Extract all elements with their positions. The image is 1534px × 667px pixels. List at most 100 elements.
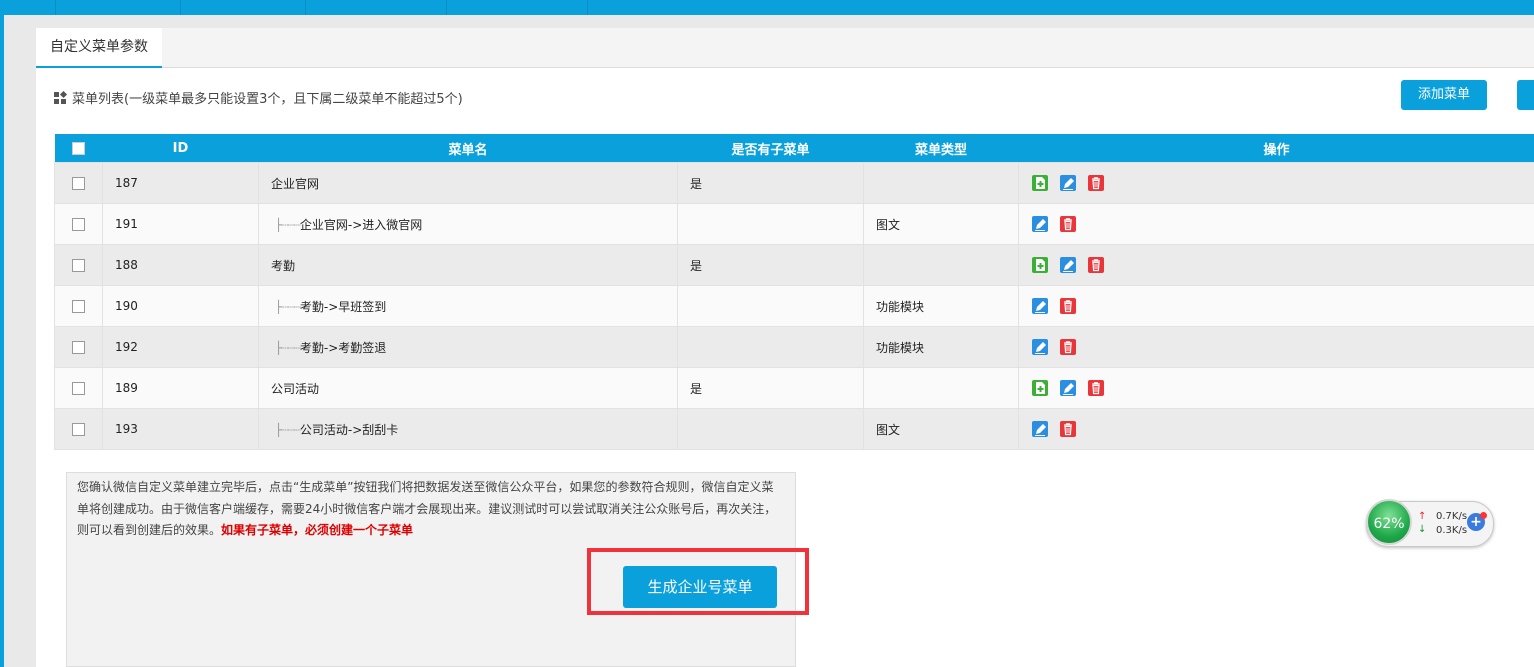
menu-name: 考勤->考勤签退 [299,340,387,355]
menu-id: 187 [115,176,138,190]
edit-icon[interactable] [1031,338,1049,356]
cell-has-submenu [677,203,864,245]
row-actions [1031,338,1522,356]
row-select-cell [54,203,103,245]
table-row: 189 公司活动 是 [54,367,1534,409]
header-actions: 操作 [1018,134,1534,163]
cell-menu-type: 功能模块 [863,326,1019,368]
table-row: 190 ├┈┈┈考勤->早班签到 功能模块 [54,285,1534,327]
menu-id: 189 [115,381,138,395]
cell-menu-name: ├┈┈┈公司活动->刮刮卡 [258,408,678,450]
delete-icon[interactable] [1087,379,1105,397]
select-all-checkbox[interactable] [72,141,85,155]
row-select-cell [54,367,103,409]
row-checkbox[interactable] [72,423,85,436]
secondary-action-button[interactable] [1517,80,1534,110]
add-menu-button[interactable]: 添加菜单 [1401,80,1487,110]
add-submenu-icon[interactable] [1031,174,1049,192]
menu-name: 考勤->早班签到 [299,299,387,314]
menu-type-value: 图文 [876,217,901,232]
left-sidebar-edge [0,15,4,667]
row-checkbox[interactable] [72,382,85,395]
cell-menu-name: 考勤 [258,244,678,286]
delete-icon[interactable] [1059,297,1077,315]
notice-warning: 如果有子菜单，必须创建一个子菜单 [221,523,414,537]
edit-icon[interactable] [1031,420,1049,438]
table-row: 192 ├┈┈┈考勤->考勤签退 功能模块 [54,326,1534,368]
cell-actions [1018,367,1534,409]
edit-icon[interactable] [1031,215,1049,233]
top-nav-segment[interactable] [0,0,56,15]
row-actions [1031,215,1522,233]
edit-icon[interactable] [1059,379,1077,397]
delete-icon[interactable] [1087,174,1105,192]
cell-menu-name: ├┈┈┈考勤->考勤签退 [258,326,678,368]
tree-branch-icon: ├┈┈┈ [275,340,301,355]
top-nav-segment[interactable] [56,0,181,15]
grid-icon [54,90,68,104]
tab-bar: 自定义菜单参数 [36,28,1534,68]
menu-id: 193 [115,422,138,436]
table-row: 188 考勤 是 [54,244,1534,286]
cpu-gauge: 62% [1366,499,1412,545]
cell-id: 190 [102,285,259,327]
menu-name: 企业官网->进入微官网 [299,217,423,232]
row-actions [1031,256,1522,274]
menu-list-title: 菜单列表(一级菜单最多只能设置3个，且下属二级菜单不能超过5个) [72,92,463,107]
delete-icon[interactable] [1087,256,1105,274]
edit-icon[interactable] [1059,174,1077,192]
row-actions [1031,174,1522,192]
table-header-row: ID 菜单名 是否有子菜单 菜单类型 操作 [54,134,1534,163]
row-select-cell [54,244,103,286]
delete-icon[interactable] [1059,420,1077,438]
delete-icon[interactable] [1059,215,1077,233]
cell-id: 189 [102,367,259,409]
row-select-cell [54,285,103,327]
row-actions [1031,297,1522,315]
top-nav-segment[interactable] [447,0,588,15]
cell-actions [1018,285,1534,327]
top-nav-segment[interactable] [306,0,447,15]
has-submenu-value: 是 [690,176,703,191]
tree-branch-icon: ├┈┈┈ [275,299,301,314]
top-nav-segment[interactable] [181,0,306,15]
edit-icon[interactable] [1059,256,1077,274]
menu-name: 公司活动->刮刮卡 [299,422,399,437]
row-checkbox[interactable] [72,218,85,231]
table-row: 187 企业官网 是 [54,162,1534,204]
top-nav-bar [0,0,1534,15]
cell-has-submenu [677,326,864,368]
menu-id: 192 [115,340,138,354]
cell-id: 187 [102,162,259,204]
cell-actions [1018,326,1534,368]
generate-menu-button[interactable]: 生成企业号菜单 [623,566,777,608]
notice-text: 您确认微信自定义菜单建立完毕后，点击“生成菜单”按钮我们将把数据发送至微信公众平… [77,480,777,537]
add-submenu-icon[interactable] [1031,256,1049,274]
row-select-cell [54,408,103,450]
row-checkbox[interactable] [72,341,85,354]
cell-menu-name: 企业官网 [258,162,678,204]
tab-custom-menu-params[interactable]: 自定义菜单参数 [36,28,162,68]
row-select-cell [54,326,103,368]
cell-menu-type [863,367,1019,409]
header-menu-type: 菜单类型 [863,134,1019,163]
cell-id: 191 [102,203,259,245]
menu-type-value: 功能模块 [876,299,925,314]
cell-id: 192 [102,326,259,368]
menu-name: 公司活动 [271,381,320,396]
cell-menu-type [863,244,1019,286]
cell-has-submenu: 是 [677,367,864,409]
row-checkbox[interactable] [72,259,85,272]
cell-menu-type [863,162,1019,204]
main-panel: 自定义菜单参数 菜单列表(一级菜单最多只能设置3个，且下属二级菜单不能超过5个)… [36,28,1534,667]
row-checkbox[interactable] [72,177,85,190]
menu-id: 191 [115,217,138,231]
edit-icon[interactable] [1031,297,1049,315]
add-submenu-icon[interactable] [1031,379,1049,397]
menu-list-heading: 菜单列表(一级菜单最多只能设置3个，且下属二级菜单不能超过5个) [54,88,463,107]
cell-menu-type: 图文 [863,408,1019,450]
menu-id: 188 [115,258,138,272]
upload-speed: 0.7K/s [1436,511,1468,522]
row-checkbox[interactable] [72,300,85,313]
delete-icon[interactable] [1059,338,1077,356]
